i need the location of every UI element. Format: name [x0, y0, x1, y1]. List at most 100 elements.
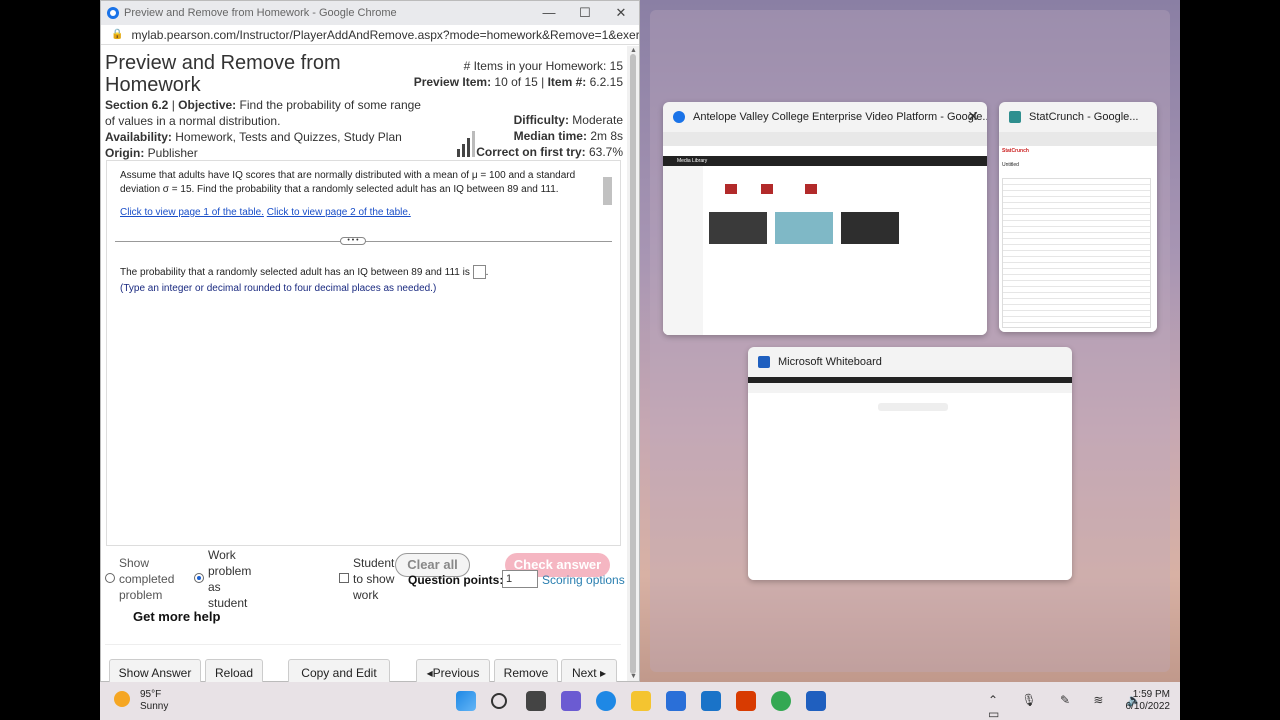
correct-value: 63.7% — [588, 145, 623, 159]
whiteboard-taskbar-icon[interactable] — [806, 691, 826, 711]
thumbnail-title: StatCrunch - Google... — [1029, 111, 1139, 123]
chevron-right-icon: ▸ — [600, 666, 607, 680]
student-show-work-label[interactable]: Student to show work — [353, 555, 395, 603]
median-time-value: 2m 8s — [590, 129, 623, 143]
section-label: Section 6.2 — [105, 98, 169, 112]
taskbar: 95°F Sunny ⌃ 🎙 ✎ ≋ 🔈 ▭ 1:59 PM 6/10/2022 — [100, 682, 1180, 720]
preview-item-label: Preview Item: — [413, 75, 492, 89]
show-completed-label[interactable]: Show completed problem — [119, 555, 179, 603]
scroll-up-icon[interactable]: ▲ — [630, 47, 637, 54]
url-text[interactable]: mylab.pearson.com/Instructor/PlayerAddAn… — [131, 28, 639, 42]
item-stats: Difficulty: Moderate Median time: 2m 8s … — [476, 112, 623, 160]
search-icon[interactable] — [491, 693, 507, 709]
question-scrollbar[interactable] — [603, 167, 612, 221]
window-title: Preview and Remove from Homework - Googl… — [124, 7, 397, 19]
objective-label: Objective: — [178, 98, 237, 112]
task-view-icon[interactable] — [526, 691, 546, 711]
answer-prompt: The probability that a randomly selected… — [120, 267, 470, 278]
media-library-header: Media Library — [663, 156, 987, 166]
lock-icon: 🔒 — [111, 29, 124, 40]
page-title: Preview and Remove from Homework — [105, 52, 341, 96]
item-num-label: Item #: — [547, 75, 587, 89]
edge-icon[interactable] — [596, 691, 616, 711]
window-thumbnail-whiteboard[interactable]: Microsoft Whiteboard — [748, 347, 1072, 580]
window-thumbnail-video-platform[interactable]: Antelope Valley College Enterprise Video… — [663, 102, 987, 335]
store-icon[interactable] — [666, 691, 686, 711]
show-completed-radio[interactable] — [105, 573, 115, 583]
thumbnail-preview: StatCrunch Untitled — [999, 132, 1157, 332]
answer-suffix: . — [485, 267, 489, 278]
windows-start-icon[interactable] — [456, 691, 476, 711]
thumbnail-preview: Media Library — [663, 132, 987, 335]
work-problem-radio[interactable] — [194, 573, 204, 583]
office-icon[interactable] — [736, 691, 756, 711]
mail-icon[interactable] — [701, 691, 721, 711]
table-page2-link[interactable]: Click to view page 2 of the table. — [267, 207, 411, 218]
table-page1-link[interactable]: Click to view page 1 of the table. — [120, 207, 264, 218]
thumbnail-preview — [748, 377, 1072, 580]
clock[interactable]: 1:59 PM 6/10/2022 — [1126, 689, 1171, 713]
clock-date: 6/10/2022 — [1125, 701, 1171, 712]
answer-area: The probability that a randomly selected… — [120, 265, 488, 297]
minimize-button[interactable]: — — [531, 5, 567, 21]
median-time-label: Median time: — [513, 129, 587, 143]
statcrunch-icon — [1009, 111, 1021, 123]
window-thumbnail-statcrunch[interactable]: StatCrunch - Google... StatCrunch Untitl… — [999, 102, 1157, 332]
left-letterbox — [0, 0, 100, 720]
weather-condition: Sunny — [140, 701, 169, 712]
chrome-logo-icon — [673, 111, 685, 123]
statcrunch-label: StatCrunch — [1002, 148, 1029, 154]
title-bar: Preview and Remove from Homework - Googl… — [101, 1, 639, 25]
scoring-options-link[interactable]: Scoring options — [542, 573, 625, 587]
bottom-button-bar: Show Answer Reload Copy and Edit ◂Previo… — [105, 644, 621, 687]
weather-widget[interactable]: 95°F Sunny — [114, 689, 168, 713]
item-num-value: 6.2.15 — [589, 75, 623, 89]
question-panel: Assume that adults have IQ scores that a… — [106, 160, 621, 546]
thumbnail-title: Microsoft Whiteboard — [778, 356, 882, 368]
get-more-help[interactable]: Get more help — [133, 609, 220, 624]
options-row: Show completed problem Work problem as s… — [105, 548, 625, 624]
scroll-thumb[interactable] — [630, 54, 636, 674]
work-problem-label[interactable]: Work problem as student — [208, 547, 258, 611]
correct-label: Correct on first try: — [476, 145, 586, 159]
answer-input[interactable] — [472, 265, 486, 280]
question-points-input[interactable]: 1 — [502, 570, 538, 588]
student-show-work-checkbox[interactable] — [339, 573, 349, 583]
preview-item-value: 10 of 15 — [494, 75, 538, 89]
whiteboard-icon — [758, 356, 770, 368]
difficulty-value: Moderate — [572, 113, 623, 127]
origin-label: Origin: — [105, 146, 145, 160]
answer-hint: (Type an integer or decimal rounded to f… — [120, 283, 437, 294]
teams-chat-icon[interactable] — [561, 691, 581, 711]
right-letterbox — [1180, 0, 1280, 720]
clock-time: 1:59 PM — [1132, 689, 1170, 700]
file-explorer-icon[interactable] — [631, 691, 651, 711]
question-points-label: Question points: — [408, 573, 504, 587]
chrome-logo-icon — [107, 7, 119, 19]
maximize-button[interactable]: ☐ — [567, 5, 603, 21]
question-text: Assume that adults have IQ scores that a… — [120, 170, 576, 195]
close-icon[interactable]: ✕ — [967, 108, 979, 125]
address-bar[interactable]: 🔒 mylab.pearson.com/Instructor/PlayerAdd… — [101, 25, 639, 45]
availability-value: Homework, Tests and Quizzes, Study Plan — [175, 130, 402, 144]
close-button[interactable]: ✕ — [603, 5, 639, 21]
page-content: Preview and Remove from Homework # Items… — [101, 46, 627, 687]
chrome-window[interactable]: Preview and Remove from Homework - Googl… — [100, 0, 640, 687]
difficulty-label: Difficulty: — [513, 113, 569, 127]
previous-label: Previous — [432, 666, 480, 680]
scroll-down-icon[interactable]: ▼ — [630, 673, 637, 680]
next-label: Next — [571, 666, 597, 680]
thumbnail-title: Antelope Valley College Enterprise Video… — [693, 111, 987, 123]
sun-icon — [114, 691, 130, 707]
items-count: # Items in your Homework: 15 — [463, 59, 623, 73]
weather-temp: 95°F — [140, 689, 162, 700]
untitled-label: Untitled — [1002, 162, 1019, 168]
divider-handle[interactable]: • • • — [340, 237, 366, 245]
origin-value: Publisher — [147, 146, 198, 160]
table-links: Click to view page 1 of the table. Click… — [120, 207, 411, 218]
item-summary: # Items in your Homework: 15 Preview Ite… — [413, 59, 623, 89]
availability-label: Availability: — [105, 130, 172, 144]
page-scrollbar[interactable]: ▲ ▼ — [627, 46, 639, 681]
item-metadata: Section 6.2 | Objective: Find the probab… — [105, 98, 421, 160]
chrome-taskbar-icon[interactable] — [771, 691, 791, 711]
